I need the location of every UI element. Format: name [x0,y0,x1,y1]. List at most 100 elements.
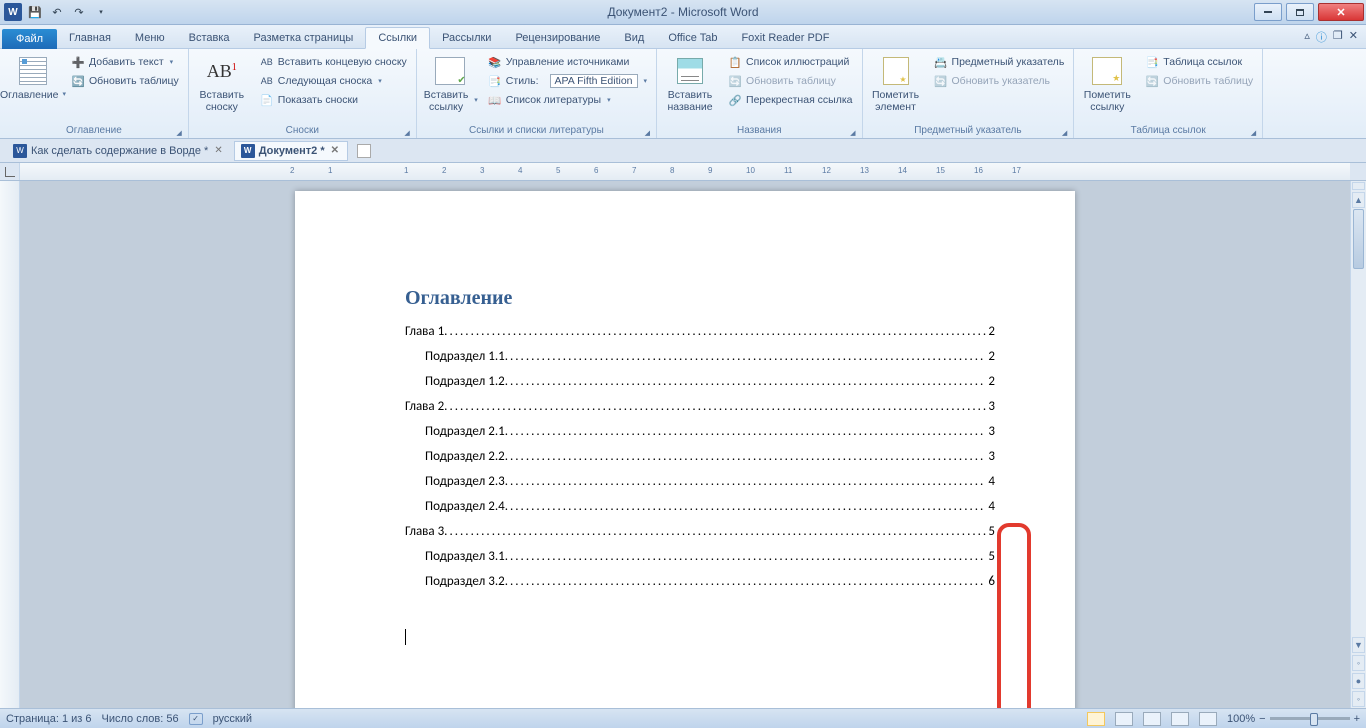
tab-mailings[interactable]: Рассылки [430,28,503,48]
doc-restore-icon[interactable]: ❐ [1333,29,1343,45]
tab-view[interactable]: Вид [612,28,656,48]
toc-entry[interactable]: Подраздел 1.12 [405,349,995,364]
btn-manage-sources[interactable]: 📚Управление источниками [483,53,652,71]
document-canvas[interactable]: Оглавление Глава 12 Подраздел 1.12 Подразд… [20,181,1350,708]
horizontal-ruler[interactable]: 211234567891011121314151617 [20,163,1350,180]
scroll-up-icon[interactable]: ▲ [1352,192,1365,208]
doctab-new[interactable] [350,141,378,161]
style-selector[interactable]: 📑Стиль: APA Fifth Edition▾ [483,72,652,90]
doctab-0-close-icon[interactable]: ✕ [212,145,224,156]
btn-cross-reference[interactable]: 🔗Перекрестная ссылка [723,91,857,109]
zoom-in-icon[interactable]: + [1354,713,1360,725]
doctab-1[interactable]: W Документ2 * ✕ [234,141,348,161]
toc-entry[interactable]: Подраздел 1.22 [405,374,995,389]
tab-menu[interactable]: Меню [123,28,177,48]
tof-icon: 📋 [728,55,742,69]
qat-save-icon[interactable]: 💾 [26,3,44,21]
group-label-captions: Названия [661,124,857,138]
word-app-icon[interactable]: W [4,3,22,21]
zoom-slider[interactable] [1270,717,1350,720]
btn-show-footnotes[interactable]: 📄Показать сноски [255,91,412,109]
ribbon-minimize-icon[interactable]: ▵ [1304,29,1310,45]
btn-mark-citation[interactable]: Пометить ссылку [1078,51,1136,124]
btn-next-footnote[interactable]: ABСледующая сноска▾ [255,72,412,90]
toc-entry[interactable]: Глава 23 [405,399,995,414]
status-language[interactable]: русский [213,713,252,725]
toc-heading: Оглавление [405,286,995,310]
scroll-track[interactable] [1351,209,1366,636]
btn-insert-endnote[interactable]: ABВставить концевую сноску [255,53,412,71]
status-page[interactable]: Страница: 1 из 6 [6,713,92,725]
tab-insert[interactable]: Вставка [177,28,242,48]
group-label-toc: Оглавление [4,124,184,138]
btn-update-tof[interactable]: 🔄Обновить таблицу [723,72,857,90]
tab-references[interactable]: Ссылки [365,27,430,49]
btn-insert-footnote[interactable]: AB1 Вставить сноску [193,51,251,124]
qat-redo-icon[interactable]: ↷ [70,3,88,21]
btn-update-table[interactable]: 🔄Обновить таблицу [66,72,184,90]
btn-insert-caption[interactable]: Вставить название [661,51,719,124]
btn-insert-index[interactable]: 📇Предметный указатель [929,53,1070,71]
mark-entry-icon [883,57,909,85]
view-draft[interactable] [1199,712,1217,726]
doctab-0[interactable]: W Как сделать содержание в Ворде * ✕ [6,141,232,161]
doctab-1-close-icon[interactable]: ✕ [329,145,341,156]
toc-entry[interactable]: Подраздел 3.15 [405,549,995,564]
mark-citation-icon [1092,57,1122,85]
status-proofing-icon[interactable]: ✓ [189,713,203,725]
split-handle[interactable] [1352,182,1365,190]
scroll-down-icon[interactable]: ▼ [1352,637,1365,653]
btn-update-toa[interactable]: 🔄Обновить таблицу [1140,72,1258,90]
minimize-button[interactable] [1254,3,1282,21]
tab-foxit[interactable]: Foxit Reader PDF [729,28,841,48]
btn-table-of-contents[interactable]: Оглавление▾ [4,51,62,124]
status-words[interactable]: Число слов: 56 [102,713,179,725]
btn-mark-entry[interactable]: Пометить элемент [867,51,925,124]
tab-selector[interactable] [0,163,20,180]
view-print-layout[interactable] [1087,712,1105,726]
view-full-screen[interactable] [1115,712,1133,726]
browse-object-icon[interactable]: ● [1352,673,1365,689]
toc-entry[interactable]: Глава 35 [405,524,995,539]
toc-entry[interactable]: Подраздел 2.34 [405,474,995,489]
zoom-level[interactable]: 100% [1227,713,1255,725]
toc-entry[interactable]: Подраздел 3.26 [405,574,995,589]
group-label-citations: Ссылки и списки литературы [421,124,652,138]
btn-insert-citation[interactable]: Вставить ссылку▾ [421,51,479,124]
toc-leader [505,349,987,364]
view-outline[interactable] [1171,712,1189,726]
doctab-0-label: Как сделать содержание в Ворде * [31,145,208,157]
page[interactable]: Оглавление Глава 12 Подраздел 1.12 Подразд… [295,191,1075,708]
vertical-scrollbar[interactable]: ▲ ▼ ◦ ● ◦ [1350,181,1366,708]
btn-bibliography[interactable]: 📖Список литературы▾ [483,91,652,109]
tab-home[interactable]: Главная [57,28,123,48]
qat-undo-icon[interactable]: ↶ [48,3,66,21]
maximize-button[interactable] [1286,3,1314,21]
tab-review[interactable]: Рецензирование [503,28,612,48]
zoom-out-icon[interactable]: − [1259,713,1265,725]
btn-insert-toa[interactable]: 📑Таблица ссылок [1140,53,1258,71]
add-text-icon: ➕ [71,55,85,69]
scroll-thumb[interactable] [1353,209,1364,269]
help-icon[interactable]: ⓘ [1316,29,1327,45]
file-tab[interactable]: Файл [2,29,57,49]
view-web-layout[interactable] [1143,712,1161,726]
toc-entry[interactable]: Подраздел 2.23 [405,449,995,464]
toc-entry[interactable]: Подраздел 2.13 [405,424,995,439]
next-page-icon[interactable]: ◦ [1352,691,1365,707]
close-button[interactable]: ✕ [1318,3,1364,21]
btn-add-text[interactable]: ➕Добавить текст▾ [66,53,184,71]
btn-update-index[interactable]: 🔄Обновить указатель [929,72,1070,90]
ruler-row: 211234567891011121314151617 [0,163,1366,181]
tab-page-layout[interactable]: Разметка страницы [242,28,366,48]
zoom-control[interactable]: 100% − + [1227,713,1360,725]
toc-entry[interactable]: Подраздел 2.44 [405,499,995,514]
btn-table-of-figures[interactable]: 📋Список иллюстраций [723,53,857,71]
qat-customize-icon[interactable]: ▾ [92,3,110,21]
caption-icon [677,58,703,84]
doc-close-icon[interactable]: ✕ [1349,29,1358,45]
toc-entry[interactable]: Глава 12 [405,324,995,339]
prev-page-icon[interactable]: ◦ [1352,655,1365,671]
tab-office-tab[interactable]: Office Tab [656,28,729,48]
vertical-ruler[interactable] [0,181,20,708]
